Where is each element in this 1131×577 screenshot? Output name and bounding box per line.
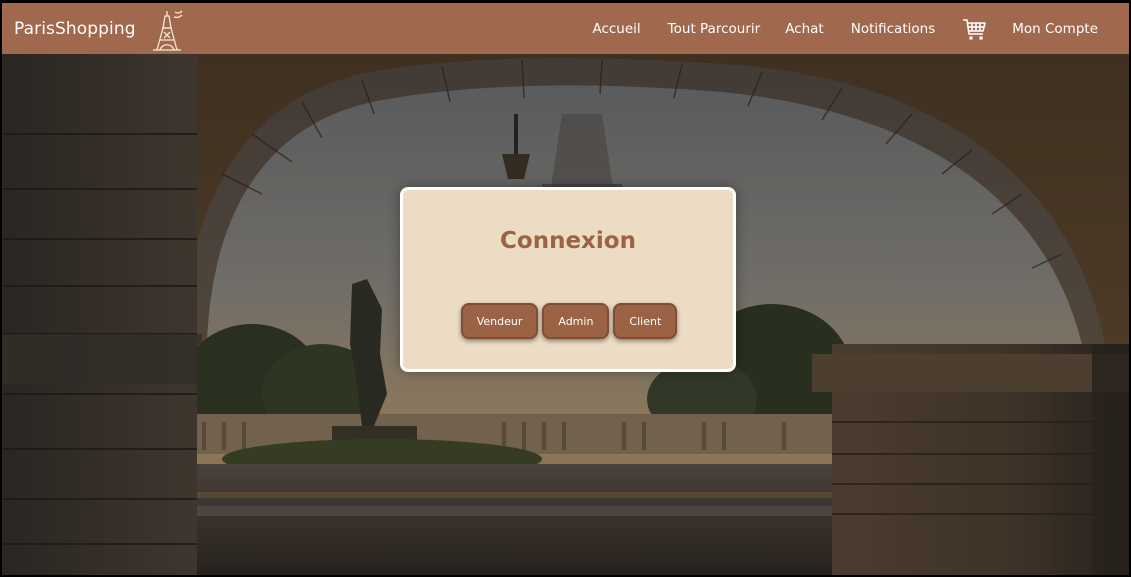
nav-link-tout-parcourir[interactable]: Tout Parcourir <box>668 21 761 37</box>
app-frame: ParisShopping Accueil Tout Parcourir Ach… <box>2 3 1129 575</box>
nav-link-mon-compte[interactable]: Mon Compte <box>1012 21 1098 37</box>
top-navbar: ParisShopping Accueil Tout Parcourir Ach… <box>2 3 1129 54</box>
nav-link-achat[interactable]: Achat <box>785 21 824 37</box>
modal-title: Connexion <box>500 228 636 254</box>
brand-name[interactable]: ParisShopping <box>14 3 136 54</box>
login-modal: Connexion Vendeur Admin Client <box>400 187 736 372</box>
shopping-cart-icon[interactable] <box>961 16 987 42</box>
client-button[interactable]: Client <box>613 303 678 339</box>
nav-link-notifications[interactable]: Notifications <box>851 21 936 37</box>
nav-links: Accueil Tout Parcourir Achat Notificatio… <box>592 3 1129 54</box>
role-buttons: Vendeur Admin Client <box>403 303 733 339</box>
eiffel-tower-icon <box>153 10 183 51</box>
admin-button[interactable]: Admin <box>542 303 610 339</box>
vendeur-button[interactable]: Vendeur <box>460 303 539 339</box>
nav-link-accueil[interactable]: Accueil <box>592 21 640 37</box>
